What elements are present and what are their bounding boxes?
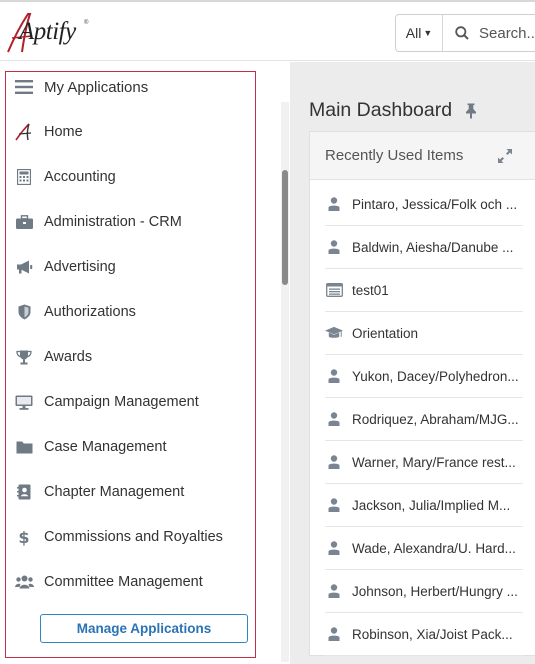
calculator-icon [14,168,34,186]
my-applications-header[interactable]: My Applications [14,74,249,100]
aptify-logo-icon [14,123,34,141]
sidebar-item-label: Authorizations [44,304,136,320]
sidebar-item-advertising[interactable]: Advertising [14,254,249,280]
applications-menu: My Applications Home Accounting Administ… [5,71,256,658]
sidebar-item-committee-management[interactable]: Committee Management [14,569,249,595]
sidebar-item-administration-crm[interactable]: Administration - CRM [14,209,249,235]
list-item-label: Johnson, Herbert/Hungry ... [352,583,518,599]
sidebar-item-authorizations[interactable]: Authorizations [14,299,249,325]
manage-applications-button[interactable]: Manage Applications [40,614,248,643]
expand-icon[interactable] [497,148,513,164]
sidebar-item-label: Awards [44,349,93,365]
sidebar-item-label: Campaign Management [44,394,199,410]
search-scope-label: All [405,25,422,41]
list-item[interactable]: Rodriquez, Abraham/MJG... [325,398,523,441]
card-title: Recently Used Items [325,147,464,164]
search-input[interactable] [479,21,535,45]
list-item-label: Wade, Alexandra/U. Hard... [352,540,516,556]
person-icon [325,367,343,385]
person-icon [325,582,343,600]
person-icon [325,238,343,256]
logo-registered-mark: ® [84,20,89,26]
sidebar-scrollbar-thumb[interactable] [282,170,288,285]
search-scope-dropdown[interactable]: All ▼ [396,15,443,51]
list-item[interactable]: Yukon, Dacey/Polyhedron... [325,355,523,398]
recently-used-items-card: Recently Used Items Pintaro, Jessica/Fol… [309,131,535,656]
person-icon [325,410,343,428]
applications-sidebar: My Applications Home Accounting Administ… [0,62,290,664]
trophy-icon [14,348,34,366]
sidebar-item-label: Case Management [44,439,167,455]
monitor-icon [14,393,34,411]
sidebar-item-label: Administration - CRM [44,214,182,230]
list-item-label: Pintaro, Jessica/Folk och ... [352,196,518,212]
main-content: Main Dashboard Recently Used Items Pinta… [290,62,535,664]
card-header: Recently Used Items [310,132,535,180]
list-item-label: Baldwin, Aiesha/Danube ... [352,239,514,255]
list-item[interactable]: Warner, Mary/France rest... [325,441,523,484]
sidebar-item-awards[interactable]: Awards [14,344,249,370]
list-item-label: Robinson, Xia/Joist Pack... [352,626,513,642]
list-item[interactable]: Baldwin, Aiesha/Danube ... [325,226,523,269]
hamburger-menu-icon[interactable] [14,78,34,96]
contact-book-icon [14,483,34,501]
sidebar-item-label: Commissions and Royalties [44,529,223,545]
list-item-label: Orientation [352,325,419,341]
dollar-icon: $ [18,527,30,547]
sidebar-item-commissions-and-royalties[interactable]: $ Commissions and Royalties [14,524,249,550]
sidebar-item-label: Accounting [44,169,116,185]
graduation-cap-icon [325,324,343,342]
list-item-label: Yukon, Dacey/Polyhedron... [352,368,519,384]
top-header: Aptify ® All ▼ [0,0,535,61]
sidebar-item-label: Home [44,124,83,140]
sidebar-item-label: Advertising [44,259,116,275]
list-item[interactable]: Jackson, Julia/Implied M... [325,484,523,527]
list-item[interactable]: Pintaro, Jessica/Folk och ... [325,183,523,226]
briefcase-icon [14,213,34,231]
list-item[interactable]: Johnson, Herbert/Hungry ... [325,570,523,613]
users-icon [14,573,34,591]
list-item[interactable]: Robinson, Xia/Joist Pack... [325,613,523,656]
folder-icon [14,438,34,456]
pin-icon[interactable] [464,103,478,119]
sidebar-item-campaign-management[interactable]: Campaign Management [14,389,249,415]
list-item-label: test01 [352,282,389,298]
person-icon [325,539,343,557]
list-item[interactable]: Orientation [325,312,523,355]
global-search: All ▼ [395,14,535,52]
sidebar-item-label: Committee Management [44,574,203,590]
sidebar-item-accounting[interactable]: Accounting [14,164,249,190]
sidebar-item-chapter-management[interactable]: Chapter Management [14,479,249,505]
person-icon [325,453,343,471]
list-item-label: Jackson, Julia/Implied M... [352,497,511,513]
list-item[interactable]: test01 [325,269,523,312]
list-card-icon [325,281,343,299]
list-item[interactable]: Wade, Alexandra/U. Hard... [325,527,523,570]
page-title: Main Dashboard [309,99,453,121]
person-icon [325,195,343,213]
aptify-logo[interactable]: Aptify ® [6,8,96,56]
shield-icon [14,303,34,321]
megaphone-icon [14,258,34,276]
sidebar-item-label: Chapter Management [44,484,185,500]
person-icon [325,625,343,643]
search-icon[interactable] [455,26,469,40]
sidebar-item-home[interactable]: Home [14,119,249,145]
my-applications-label: My Applications [44,78,149,96]
logo-text: Aptify [19,18,76,45]
person-icon [325,496,343,514]
list-item-label: Rodriquez, Abraham/MJG... [352,411,519,427]
caret-down-icon: ▼ [423,28,433,38]
list-item-label: Warner, Mary/France rest... [352,454,516,470]
sidebar-item-case-management[interactable]: Case Management [14,434,249,460]
